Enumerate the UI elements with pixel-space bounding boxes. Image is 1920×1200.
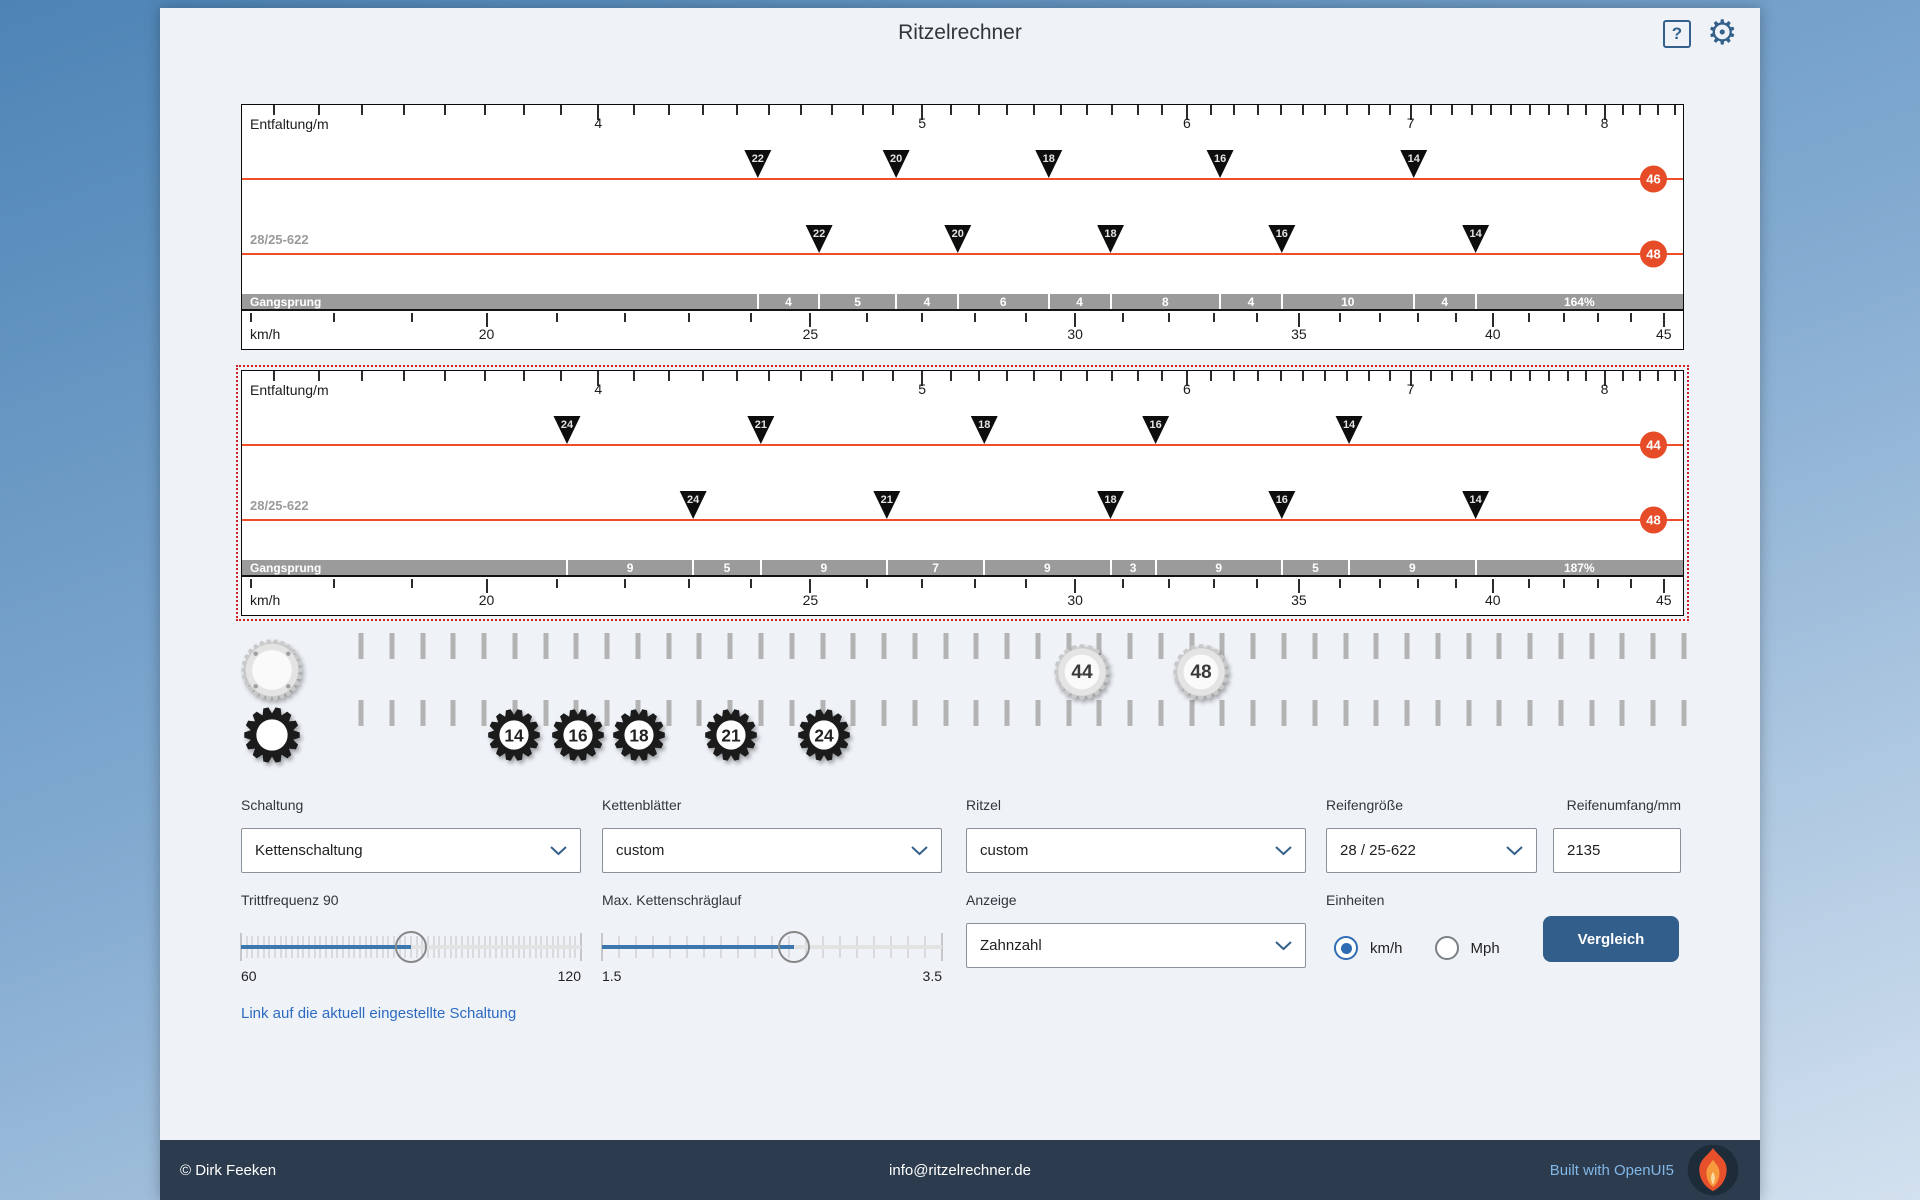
kettenblaetter-select[interactable]: custom <box>602 828 942 873</box>
svg-text:18: 18 <box>629 726 649 746</box>
footer-email[interactable]: info@ritzelrechner.de <box>889 1162 1031 1179</box>
slider-max-label: 120 <box>558 968 581 984</box>
radio-kmh-label: km/h <box>1370 940 1403 957</box>
anzeige-select[interactable]: Zahnzahl <box>966 923 1306 968</box>
reifengroesse-select[interactable]: 28 / 25-622 <box>1326 828 1537 873</box>
radio-circle <box>1435 936 1459 960</box>
anzeige-label: Anzeige <box>966 892 1306 910</box>
chevron-down-icon <box>1275 941 1292 951</box>
anzeige-value: Zahnzahl <box>980 937 1042 954</box>
kettenschraeglauf-slider-handle[interactable] <box>778 931 810 963</box>
einheiten-label: Einheiten <box>1326 892 1537 910</box>
slider-min-label: 1.5 <box>602 968 621 984</box>
chainring-badge-44[interactable]: 44 <box>1640 432 1667 459</box>
current-setup-link[interactable]: Link auf die aktuell eingestellte Schalt… <box>241 1005 516 1022</box>
kettenschraeglauf-label: Max. Kettenschräglauf <box>602 892 942 910</box>
settings-form: Schaltung Kettenschaltung Kettenblätter … <box>160 8 1760 1200</box>
chainring-gear-48[interactable]: 48 <box>1172 643 1230 701</box>
anzeige-field: Anzeige Zahnzahl <box>966 892 1306 910</box>
svg-text:44: 44 <box>1071 662 1093 683</box>
kettenblaetter-field: Kettenblätter custom <box>602 797 942 815</box>
trittfrequenz-field: Trittfrequenz 90 60 120 <box>241 892 581 910</box>
chevron-down-icon <box>911 846 928 856</box>
kettenschraeglauf-field: Max. Kettenschräglauf 1.5 3.5 <box>602 892 942 910</box>
radio-kmh[interactable]: km/h <box>1334 936 1403 960</box>
reifenumfang-label: Reifenumfang/mm <box>1553 797 1681 815</box>
app-card: Ritzelrechner ? ⚙ Entfaltung/m4567822201… <box>160 8 1760 1200</box>
radio-mph[interactable]: Mph <box>1435 936 1500 960</box>
chainring-gear-44[interactable]: 44 <box>1053 643 1111 701</box>
vergleich-button[interactable]: Vergleich <box>1543 916 1679 962</box>
radio-mph-label: Mph <box>1471 940 1500 957</box>
slider-scale-labels: 60 120 <box>241 968 581 984</box>
schaltung-label: Schaltung <box>241 797 581 815</box>
ritzel-select[interactable]: custom <box>966 828 1306 873</box>
schaltung-field: Schaltung Kettenschaltung <box>241 797 581 815</box>
sprocket-gear-18[interactable]: 18 <box>612 708 666 762</box>
chainring-badge-48[interactable]: 48 <box>1640 241 1667 268</box>
chevron-down-icon <box>1506 846 1523 856</box>
reifengroesse-field: Reifengröße 28 / 25-622 <box>1326 797 1537 815</box>
sprocket-gear-16[interactable]: 16 <box>551 708 605 762</box>
footer-copyright: © Dirk Feeken <box>180 1162 889 1179</box>
kettenschraeglauf-slider[interactable] <box>602 930 942 964</box>
openui5-phoenix-logo <box>1686 1143 1740 1197</box>
chainring-badge-48[interactable]: 48 <box>1640 507 1667 534</box>
footer-right: Built with OpenUI5 <box>1031 1143 1740 1197</box>
svg-text:14: 14 <box>505 726 525 746</box>
openui5-link[interactable]: Built with OpenUI5 <box>1550 1162 1674 1179</box>
slider-scale-labels: 1.5 3.5 <box>602 968 942 984</box>
chevron-down-icon <box>550 846 567 856</box>
schaltung-select[interactable]: Kettenschaltung <box>241 828 581 873</box>
sprocket-gear-14[interactable]: 14 <box>487 708 541 762</box>
reifenumfang-input[interactable]: 2135 <box>1553 828 1681 873</box>
slider-min-label: 60 <box>241 968 257 984</box>
slider-fill <box>602 945 794 949</box>
sprocket-gear-21[interactable]: 21 <box>704 708 758 762</box>
trittfrequenz-slider[interactable] <box>241 930 581 964</box>
kettenblaetter-value: custom <box>616 842 664 859</box>
reifenumfang-field: Reifenumfang/mm 2135 <box>1553 797 1681 815</box>
footer: © Dirk Feeken info@ritzelrechner.de Buil… <box>160 1140 1760 1200</box>
schaltung-value: Kettenschaltung <box>255 842 363 859</box>
slider-max-label: 3.5 <box>923 968 942 984</box>
ritzel-field: Ritzel custom <box>966 797 1306 815</box>
einheiten-radio-group: km/h Mph <box>1334 936 1500 960</box>
ritzel-value: custom <box>980 842 1028 859</box>
reifenumfang-value: 2135 <box>1567 842 1600 859</box>
svg-text:48: 48 <box>1190 662 1212 683</box>
slider-track[interactable] <box>602 945 942 949</box>
radio-circle <box>1334 936 1358 960</box>
svg-text:21: 21 <box>722 726 742 746</box>
svg-text:24: 24 <box>814 726 834 746</box>
einheiten-field: Einheiten km/h Mph <box>1326 892 1537 910</box>
trittfrequenz-label: Trittfrequenz 90 <box>241 892 581 910</box>
kettenblaetter-label: Kettenblätter <box>602 797 942 815</box>
chainring-badge-46[interactable]: 46 <box>1640 166 1667 193</box>
svg-text:16: 16 <box>568 726 587 746</box>
slider-fill <box>241 945 411 949</box>
trittfrequenz-slider-handle[interactable] <box>395 931 427 963</box>
reifengroesse-value: 28 / 25-622 <box>1340 842 1416 859</box>
ritzel-label: Ritzel <box>966 797 1306 815</box>
chevron-down-icon <box>1275 846 1292 856</box>
reifengroesse-label: Reifengröße <box>1326 797 1537 815</box>
sprocket-gear-24[interactable]: 24 <box>797 708 851 762</box>
